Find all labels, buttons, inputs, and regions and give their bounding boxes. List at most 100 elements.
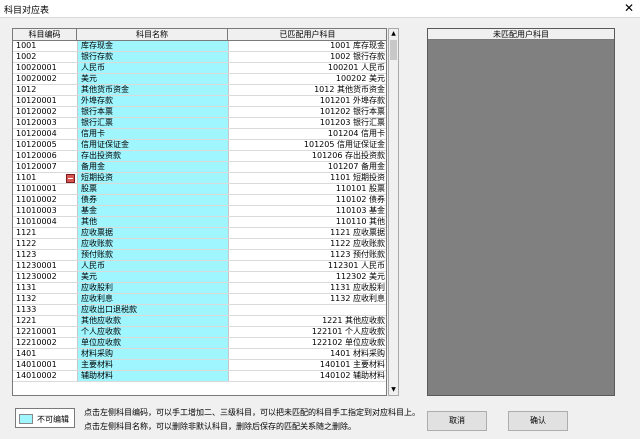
cell-account-name[interactable]: 短期投资	[66, 173, 228, 183]
table-row[interactable]: 12210002 单位应收款 122102 单位应收款	[13, 338, 386, 349]
cell-account-code[interactable]: 12210002	[13, 338, 77, 348]
cell-account-name[interactable]: 预付账款	[77, 250, 228, 260]
table-row[interactable]: 1123 预付账款 1123 预付账款	[13, 250, 386, 261]
cell-account-code[interactable]: 12210001	[13, 327, 77, 337]
header-account-code[interactable]: 科目编码	[13, 29, 77, 40]
cell-account-name[interactable]: 债券	[77, 195, 228, 205]
cell-matched-user-account[interactable]: 101203 银行汇票	[228, 118, 386, 128]
cell-account-code[interactable]: 1122	[13, 239, 77, 249]
cell-account-code[interactable]: 10120006	[13, 151, 77, 161]
cell-matched-user-account[interactable]: 110102 债券	[228, 195, 386, 205]
cell-account-name[interactable]: 应收账款	[77, 239, 228, 249]
table-row[interactable]: 1101 短期投资 1101 短期投资	[13, 173, 386, 184]
cell-matched-user-account[interactable]: 1101 短期投资	[228, 173, 386, 183]
table-row[interactable]: 10020001 人民币 100201 人民币	[13, 63, 386, 74]
cell-matched-user-account[interactable]: 122102 单位应收款	[228, 338, 386, 348]
cell-matched-user-account[interactable]: 1121 应收票据	[228, 228, 386, 238]
scroll-down-icon[interactable]: ▼	[389, 385, 398, 395]
table-row[interactable]: 10120004 信用卡 101204 信用卡	[13, 129, 386, 140]
table-row[interactable]: 10120005 信用证保证金 101205 信用证保证金	[13, 140, 386, 151]
cell-account-code[interactable]: 11010002	[13, 195, 77, 205]
cell-account-name[interactable]: 银行汇票	[77, 118, 228, 128]
table-row[interactable]: 11010002 债券 110102 债券	[13, 195, 386, 206]
table-row[interactable]: 10120001 外埠存款 101201 外埠存款	[13, 96, 386, 107]
cell-account-name[interactable]: 辅助材料	[77, 371, 228, 381]
cell-account-name[interactable]: 单位应收款	[77, 338, 228, 348]
table-row[interactable]: 1122 应收账款 1122 应收账款	[13, 239, 386, 250]
cell-matched-user-account[interactable]: 101202 银行本票	[228, 107, 386, 117]
table-row[interactable]: 11010003 基金 110103 基金	[13, 206, 386, 217]
cell-account-code[interactable]: 10120003	[13, 118, 77, 128]
cell-matched-user-account[interactable]: 100201 人民币	[228, 63, 386, 73]
cell-account-name[interactable]: 个人应收款	[77, 327, 228, 337]
table-row[interactable]: 10120003 银行汇票 101203 银行汇票	[13, 118, 386, 129]
cell-account-name[interactable]: 人民币	[77, 63, 228, 73]
table-row[interactable]: 1401 材料采购 1401 材料采购	[13, 349, 386, 360]
cell-matched-user-account[interactable]: 122101 个人应收款	[228, 327, 386, 337]
cell-matched-user-account[interactable]: 1002 银行存款	[228, 52, 386, 62]
cell-matched-user-account[interactable]: 1122 应收账款	[228, 239, 386, 249]
table-row[interactable]: 1221 其他应收款 1221 其他应收款	[13, 316, 386, 327]
cell-account-code[interactable]: 14010001	[13, 360, 77, 370]
table-row[interactable]: 14010002 辅助材料 140102 辅助材料	[13, 371, 386, 382]
cell-matched-user-account[interactable]: 140101 主要材料	[228, 360, 386, 370]
cell-account-name[interactable]: 主要材料	[77, 360, 228, 370]
vertical-scrollbar[interactable]: ▲ ▼	[388, 28, 399, 396]
scroll-up-icon[interactable]: ▲	[389, 29, 398, 39]
cell-account-name[interactable]: 基金	[77, 206, 228, 216]
cell-account-code[interactable]: 1002	[13, 52, 77, 62]
cell-matched-user-account[interactable]: 140102 辅助材料	[228, 371, 386, 381]
scroll-thumb[interactable]	[390, 40, 397, 60]
cell-matched-user-account[interactable]: 101207 备用金	[228, 162, 386, 172]
table-row[interactable]: 11010001 股票 110101 股票	[13, 184, 386, 195]
table-row[interactable]: 14010001 主要材料 140101 主要材料	[13, 360, 386, 371]
table-row[interactable]: 10120002 银行本票 101202 银行本票	[13, 107, 386, 118]
cell-account-code[interactable]: 1121	[13, 228, 77, 238]
table-row[interactable]: 1132 应收利息 1132 应收利息	[13, 294, 386, 305]
cancel-button[interactable]: 取消	[427, 411, 487, 431]
cell-account-code[interactable]: 14010002	[13, 371, 77, 381]
header-account-name[interactable]: 科目名称	[77, 29, 228, 40]
cell-matched-user-account[interactable]: 1401 材料采购	[228, 349, 386, 359]
table-row[interactable]: 12210001 个人应收款 122101 个人应收款	[13, 327, 386, 338]
cell-matched-user-account[interactable]: 110101 股票	[228, 184, 386, 194]
table-row[interactable]: 11230002 美元 112302 美元	[13, 272, 386, 283]
unmatched-accounts-panel[interactable]: 未匹配用户科目	[427, 28, 615, 396]
cell-account-code[interactable]: 11010001	[13, 184, 77, 194]
cell-account-code[interactable]: 11010004	[13, 217, 77, 227]
cell-account-name[interactable]: 备用金	[77, 162, 228, 172]
cell-account-name[interactable]: 美元	[77, 74, 228, 84]
cell-account-code[interactable]: 10120004	[13, 129, 77, 139]
cell-account-code[interactable]: 1401	[13, 349, 77, 359]
table-row[interactable]: 11010004 其他 110110 其他	[13, 217, 386, 228]
cell-account-code[interactable]: 11230002	[13, 272, 77, 282]
table-row[interactable]: 1002 银行存款 1002 银行存款	[13, 52, 386, 63]
header-matched-user-account[interactable]: 已匹配用户科目	[228, 29, 386, 40]
cell-account-name[interactable]: 其他货币资金	[77, 85, 228, 95]
cell-matched-user-account[interactable]: 1012 其他货币资金	[228, 85, 386, 95]
cell-account-code[interactable]: 1133	[13, 305, 77, 315]
table-row[interactable]: 1001 库存现金 1001 库存现金	[13, 41, 386, 52]
cell-account-code[interactable]: 10120002	[13, 107, 77, 117]
delete-mark-icon[interactable]	[66, 174, 75, 183]
cell-account-code[interactable]: 10120007	[13, 162, 77, 172]
cell-account-name[interactable]: 美元	[77, 272, 228, 282]
table-row[interactable]: 10120007 备用金 101207 备用金	[13, 162, 386, 173]
cell-account-code[interactable]: 1001	[13, 41, 77, 51]
table-row[interactable]: 11230001 人民币 112301 人民币	[13, 261, 386, 272]
cell-matched-user-account[interactable]: 110110 其他	[228, 217, 386, 227]
cell-matched-user-account[interactable]	[228, 305, 386, 315]
confirm-button[interactable]: 确认	[508, 411, 568, 431]
cell-account-code[interactable]: 10120001	[13, 96, 77, 106]
table-row[interactable]: 1133 应收出口退税款	[13, 305, 386, 316]
cell-account-name[interactable]: 应收票据	[77, 228, 228, 238]
cell-account-name[interactable]: 股票	[77, 184, 228, 194]
cell-matched-user-account[interactable]: 100202 美元	[228, 74, 386, 84]
cell-account-code[interactable]: 10120005	[13, 140, 77, 150]
cell-matched-user-account[interactable]: 1132 应收利息	[228, 294, 386, 304]
cell-account-name[interactable]: 库存现金	[77, 41, 228, 51]
cell-matched-user-account[interactable]: 1123 预付账款	[228, 250, 386, 260]
cell-account-name[interactable]: 应收利息	[77, 294, 228, 304]
cell-matched-user-account[interactable]: 101201 外埠存款	[228, 96, 386, 106]
cell-account-code[interactable]: 11010003	[13, 206, 77, 216]
